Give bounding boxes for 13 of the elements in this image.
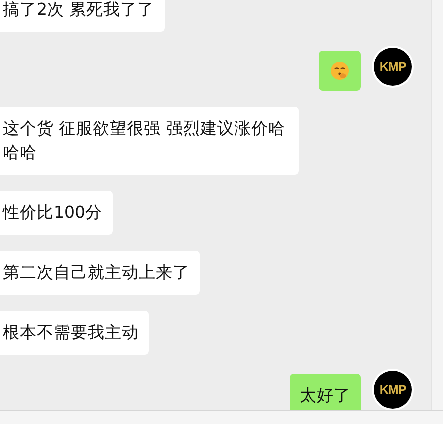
message-bubble: 太好了 bbox=[290, 374, 362, 410]
message-bubble: 搞了2次 累死我了了 bbox=[0, 0, 165, 32]
message-bubble: 这个货 征服欲望很强 强烈建议涨价哈哈哈 bbox=[0, 107, 299, 175]
avatar[interactable]: KMP bbox=[374, 48, 412, 86]
scrollbar-track[interactable] bbox=[431, 0, 443, 410]
avatar-text: KMP bbox=[380, 60, 406, 74]
avatar-text: KMP bbox=[380, 383, 406, 397]
emoji-icon bbox=[330, 61, 350, 81]
avatar[interactable]: KMP bbox=[374, 371, 412, 409]
message-bubble: 第二次自己就主动上来了 bbox=[0, 251, 200, 295]
message-bubble: 根本不需要我主动 bbox=[0, 311, 149, 355]
message-bubble: 性价比100分 bbox=[0, 191, 112, 235]
input-bar[interactable] bbox=[0, 410, 443, 424]
